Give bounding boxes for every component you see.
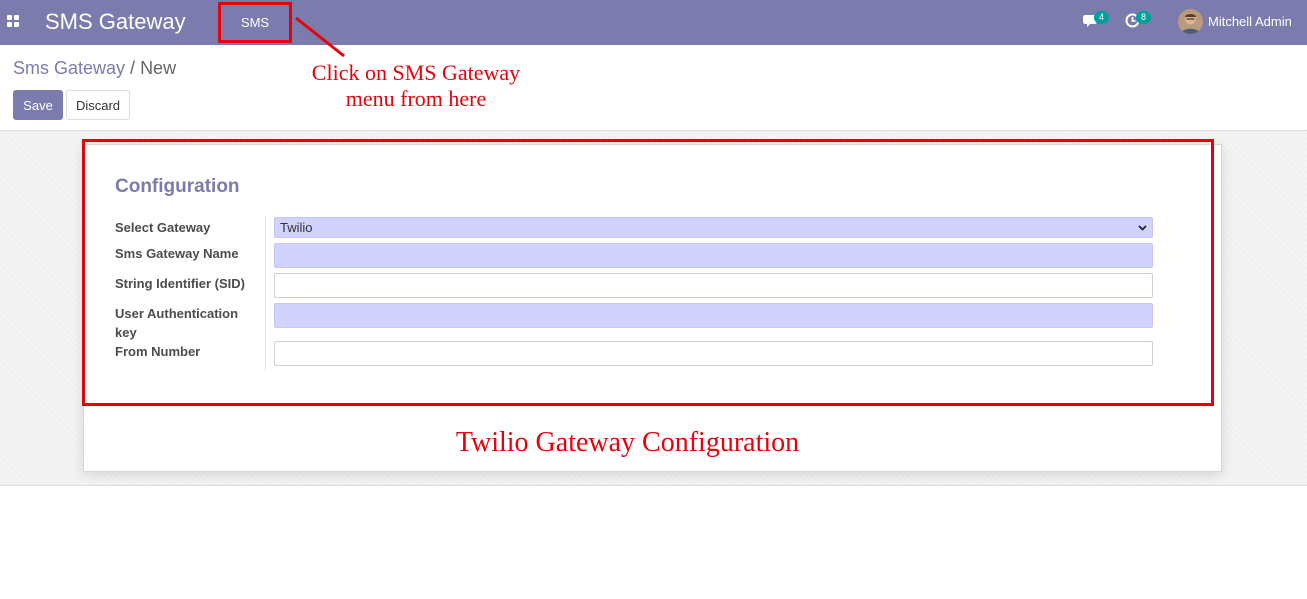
annotation-twilio-note: Twilio Gateway Configuration (455, 427, 800, 458)
breadcrumb-current: New (140, 58, 177, 78)
annotation-form-highlight (82, 139, 1214, 406)
top-navbar: SMS Gateway SMS 4 8 Mitchell Admin (0, 0, 1307, 45)
annotation-arrow (295, 16, 345, 58)
breadcrumb-separator: / (130, 58, 136, 78)
activities-badge: 8 (1136, 11, 1151, 24)
messages-badge: 4 (1094, 11, 1109, 24)
annotation-sms-highlight (218, 2, 292, 43)
user-name[interactable]: Mitchell Admin (1208, 14, 1292, 29)
user-avatar[interactable] (1178, 9, 1203, 34)
save-button[interactable]: Save (13, 90, 63, 120)
discard-button[interactable]: Discard (66, 90, 130, 120)
annotation-click-note: Click on SMS Gateway menu from here (311, 60, 521, 111)
breadcrumb: Sms Gateway / New (13, 58, 176, 78)
breadcrumb-parent[interactable]: Sms Gateway (13, 58, 125, 78)
app-brand[interactable]: SMS Gateway (45, 9, 186, 35)
apps-grid-icon[interactable] (7, 15, 19, 27)
